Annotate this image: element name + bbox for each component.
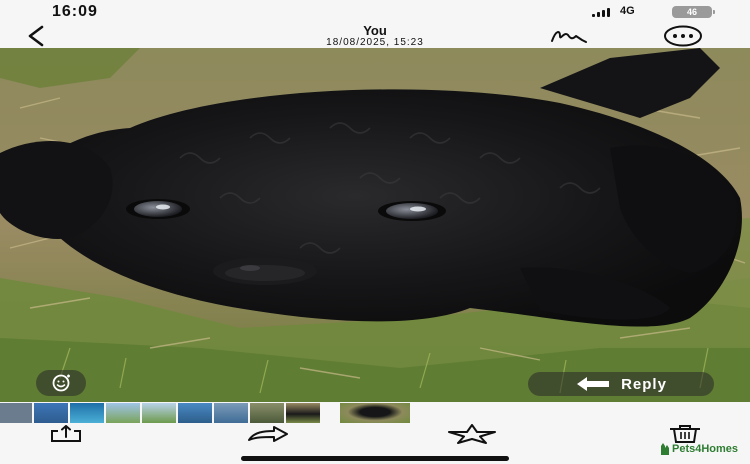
more-ellipsis-icon: [664, 25, 702, 47]
thumbnail-strip: [0, 403, 750, 423]
thumbnail[interactable]: [286, 403, 320, 423]
share-button[interactable]: [48, 425, 84, 443]
thumbnail[interactable]: [178, 403, 212, 423]
star-button[interactable]: [446, 424, 498, 444]
more-options-button[interactable]: [660, 25, 706, 47]
thumbnail[interactable]: [0, 403, 32, 423]
thumbnail[interactable]: [250, 403, 284, 423]
star-icon: [448, 424, 496, 444]
thumbnail[interactable]: [34, 403, 68, 423]
battery-indicator: 46: [672, 6, 715, 18]
photo-viewer[interactable]: [0, 48, 750, 402]
network-type: 4G: [620, 5, 635, 17]
thumbnail[interactable]: [142, 403, 176, 423]
thumbnail[interactable]: [214, 403, 248, 423]
signal-strength-icon: [592, 8, 610, 17]
delete-button[interactable]: [668, 425, 702, 443]
pets4homes-watermark: Pets4Homes: [660, 442, 738, 456]
reply-label: Reply: [621, 375, 667, 393]
trash-icon: [670, 425, 700, 443]
markup-pen-icon: [551, 31, 587, 43]
forward-arrow-icon: [248, 426, 288, 442]
status-bar: 16:09 4G 46: [0, 0, 750, 24]
status-time: 16:09: [52, 3, 98, 20]
sticker-smiley-icon: [52, 374, 70, 392]
sender-name: You: [363, 23, 387, 38]
puppy-photo: [0, 48, 750, 402]
forward-button[interactable]: [246, 426, 290, 442]
share-icon: [51, 425, 81, 442]
watermark-text: Pets4Homes: [672, 443, 739, 455]
add-sticker-button[interactable]: [36, 370, 86, 396]
pets4homes-logo-icon: [661, 443, 669, 455]
reply-button[interactable]: Reply: [528, 372, 714, 396]
home-indicator[interactable]: [241, 456, 509, 461]
thumbnail[interactable]: [106, 403, 140, 423]
viewer-header: You 18/08/2025, 15:23: [0, 24, 750, 48]
thumbnail-current[interactable]: [340, 403, 410, 423]
thumbnail[interactable]: [70, 403, 104, 423]
message-timestamp: 18/08/2025, 15:23: [326, 37, 424, 48]
reply-arrow-icon: [577, 377, 610, 391]
markup-button[interactable]: [548, 26, 590, 46]
